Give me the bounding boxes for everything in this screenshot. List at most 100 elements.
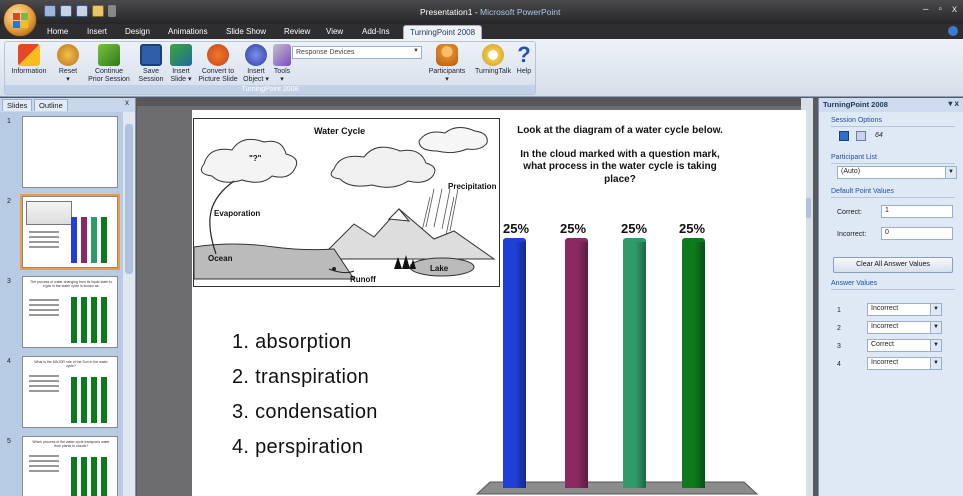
tools-button[interactable]: Tools ▾ (272, 44, 292, 84)
tab-home[interactable]: Home (47, 27, 68, 36)
information-label: Information (11, 68, 47, 75)
insert-object-icon (245, 44, 267, 66)
cloud-question-label: "?" (249, 154, 262, 163)
answer-item: 4. perspiration (232, 436, 364, 458)
answer-list: 1. absorption 2. transpiration 3. conden… (232, 325, 378, 465)
slide-thumbnail[interactable]: Which process of the water cycle transpo… (22, 436, 118, 496)
chart-bar-4 (682, 238, 705, 488)
chevron-down-icon: ▼ (945, 167, 956, 178)
customize-qat-icon[interactable] (108, 5, 116, 17)
slide-thumbnail[interactable]: The process of water changing from its l… (22, 276, 118, 348)
correct-points-input[interactable]: 1 (881, 205, 953, 218)
participants-icon (436, 44, 458, 66)
chart-value-label: 25% (503, 221, 530, 236)
reset-button[interactable]: Reset ▾ (54, 44, 82, 84)
session-list-icon[interactable] (856, 131, 866, 141)
slide-canvas[interactable]: Water Cycle "?" Evaporation Precipitatio… (192, 110, 806, 496)
help-icon[interactable] (948, 26, 958, 36)
correct-label: Correct: (837, 209, 862, 216)
tab-insert[interactable]: Insert (87, 27, 107, 36)
help-button[interactable]: ? Help (513, 44, 535, 76)
session-options-label: Session Options (831, 117, 882, 124)
evaporation-label: Evaporation (214, 209, 260, 218)
response-devices-dropdown[interactable]: Response Devices ▼ (292, 46, 422, 59)
tab-review[interactable]: Review (284, 27, 310, 36)
redo-icon[interactable] (76, 5, 88, 17)
clear-all-answer-values-button[interactable]: Clear All Answer Values (833, 257, 953, 273)
participant-list-label: Participant List (831, 154, 877, 161)
answer-value-select[interactable]: Incorrect ▼ (867, 357, 942, 370)
answer-item: 1. absorption (232, 331, 352, 353)
ribbon-tabs: Home Insert Design Animations Slide Show… (0, 24, 963, 39)
slides-scrollbar[interactable] (123, 112, 135, 496)
tools-icon (273, 44, 291, 66)
task-pane-header: TurningPoint 2008 ▾ x (819, 98, 963, 112)
convert-to-picture-slide-button[interactable]: Convert to Picture Slide (196, 44, 240, 84)
office-button[interactable] (3, 3, 37, 37)
minimize-button[interactable]: – (923, 4, 929, 15)
slide-number: 3 (7, 278, 11, 285)
document-name: Presentation1 (420, 7, 473, 17)
answer-row-number: 2 (837, 325, 841, 332)
open-folder-icon[interactable] (92, 5, 104, 17)
slide-thumbnail[interactable] (22, 116, 118, 188)
save-icon[interactable] (44, 5, 56, 17)
window-title: Presentation1 - Microsoft PowerPoint (420, 7, 561, 17)
participants-button[interactable]: Participants ▾ (423, 44, 471, 84)
incorrect-points-input[interactable]: 0 (881, 227, 953, 240)
answer-value-select[interactable]: Incorrect ▼ (867, 321, 942, 334)
chart-bar-2 (565, 238, 588, 488)
tab-animations[interactable]: Animations (168, 27, 208, 36)
answer-value-select[interactable]: Incorrect ▼ (867, 303, 942, 316)
ribbon: Information Reset ▾ Continue Prior Session… (0, 39, 963, 97)
reset-label: Reset (58, 68, 78, 75)
convert-icon (207, 44, 229, 66)
lake-label: Lake (430, 264, 449, 273)
window-controls: – ▫ x (923, 4, 957, 15)
slide-number: 5 (7, 438, 11, 445)
insert-object-button[interactable]: Insert Object ▾ (242, 44, 270, 84)
precipitation-label: Precipitation (448, 182, 497, 191)
answer-value-select[interactable]: Correct ▼ (867, 339, 942, 352)
quick-access-toolbar (44, 5, 116, 17)
task-pane-close-icon[interactable]: ▾ x (948, 99, 959, 108)
save-session-button[interactable]: Save Session (136, 44, 166, 84)
question-line-2: In the cloud marked with a question mark… (520, 148, 720, 185)
participant-list-select[interactable]: (Auto) ▼ (837, 166, 957, 179)
answer-row-number: 4 (837, 361, 841, 368)
continue-prior-session-button[interactable]: Continue Prior Session (85, 44, 133, 84)
water-cycle-illustration: Water Cycle "?" Evaporation Precipitatio… (193, 126, 497, 284)
tab-view[interactable]: View (326, 27, 343, 36)
tab-turningpoint[interactable]: TurningPoint 2008 (403, 25, 483, 39)
slide-thumbnails: 1 2 3 The process of water changing from… (0, 112, 124, 496)
restore-button[interactable]: ▫ (938, 4, 942, 15)
slide-number: 2 (7, 198, 11, 205)
insert-slide-icon (170, 44, 192, 66)
insert-slide-button[interactable]: Insert Slide ▾ (168, 44, 194, 84)
office-logo-icon (13, 13, 28, 28)
incorrect-label: Incorrect: (837, 231, 867, 238)
ribbon-group-label: TurningPoint 2008 (5, 85, 535, 94)
question-text: Look at the diagram of a water cycle bel… (510, 125, 730, 186)
question-mark-icon: ? (517, 42, 531, 67)
session-grid-icon[interactable] (839, 131, 849, 141)
ocean-label: Ocean (208, 254, 233, 263)
undo-icon[interactable] (60, 5, 72, 17)
scroll-thumb[interactable] (125, 124, 133, 274)
tab-outline[interactable]: Outline (34, 99, 68, 111)
tab-slides[interactable]: Slides (2, 99, 33, 111)
information-button[interactable]: Information (9, 44, 49, 76)
tab-slide-show[interactable]: Slide Show (226, 27, 266, 36)
turningtalk-button[interactable]: TurningTalk (473, 44, 513, 76)
continue-arrow-icon (98, 44, 120, 66)
information-icon (18, 44, 40, 66)
thumb-diagram (26, 201, 72, 225)
close-window-button[interactable]: x (952, 4, 957, 15)
answer-row-number: 3 (837, 343, 841, 350)
tab-add-ins[interactable]: Add-Ins (362, 27, 390, 36)
slide-thumbnail-selected[interactable] (20, 194, 120, 270)
slide-thumbnail[interactable]: What is the MAJOR role of the Sun in the… (22, 356, 118, 428)
tab-design[interactable]: Design (125, 27, 150, 36)
close-panel-icon[interactable]: x (125, 98, 129, 107)
chevron-down-icon: ▼ (930, 304, 941, 315)
